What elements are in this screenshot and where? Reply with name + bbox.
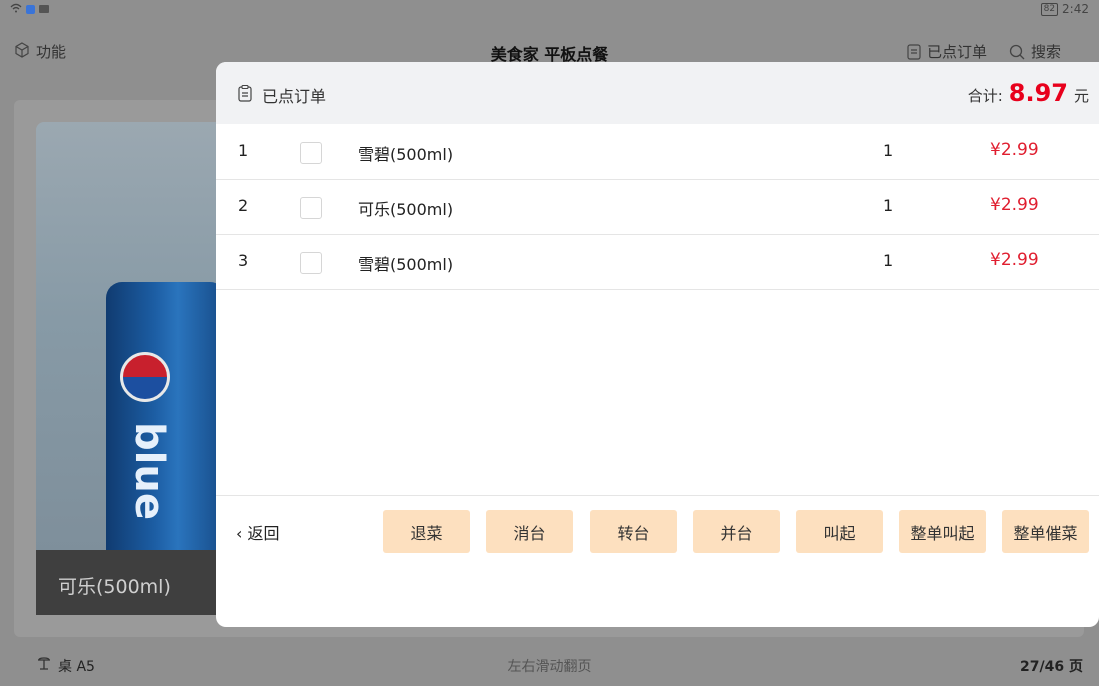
row-index: 1 [238, 141, 249, 160]
merge-table-button[interactable]: 并台 [693, 510, 780, 553]
top-actions: 已点订单 搜索 [907, 41, 1061, 62]
item-price: ¥2.99 [990, 140, 1039, 160]
row-checkbox[interactable] [300, 197, 322, 219]
total-amount: 8.97 [1008, 79, 1068, 107]
item-qty: 1 [883, 251, 894, 270]
item-price: ¥2.99 [990, 195, 1039, 215]
swipe-hint: 左右滑动翻页 [507, 659, 592, 675]
order-row[interactable]: 1 雪碧(500ml) 1 ¥2.99 [216, 124, 1099, 180]
chevron-left-icon: ‹ [236, 524, 243, 543]
item-qty: 1 [883, 196, 894, 215]
orders-button[interactable]: 已点订单 [907, 41, 987, 62]
notification-icon [39, 5, 49, 13]
order-row[interactable]: 2 可乐(500ml) 1 ¥2.99 [216, 179, 1099, 235]
can-illustration: blue [106, 282, 226, 572]
search-label: 搜索 [1030, 43, 1061, 61]
bottom-bar: 桌 A5 左右滑动翻页 27/46 页 [0, 650, 1099, 680]
total-unit: 元 [1073, 87, 1089, 105]
order-row[interactable]: 3 雪碧(500ml) 1 ¥2.99 [216, 234, 1099, 290]
orders-dialog: 已点订单 合计: 8.97 元 1 雪碧(500ml) 1 ¥2.99 2 可乐… [216, 62, 1099, 627]
hold-all-button[interactable]: 整单叫起 [899, 510, 986, 553]
product-image[interactable]: blue [36, 122, 226, 615]
item-name: 雪碧(500ml) [358, 145, 454, 164]
back-label: 返回 [247, 524, 280, 543]
orders-label: 已点订单 [926, 43, 987, 61]
item-name: 雪碧(500ml) [358, 255, 454, 274]
dialog-header: 已点订单 合计: 8.97 元 [216, 62, 1099, 124]
row-index: 2 [238, 196, 249, 215]
hold-button[interactable]: 叫起 [796, 510, 883, 553]
battery-indicator: 82 [1040, 2, 1059, 16]
total-label: 合计: [967, 87, 1003, 105]
page-indicator: 27/46 页 [1020, 659, 1083, 675]
rush-all-button[interactable]: 整单催菜 [1002, 510, 1089, 553]
list-icon [907, 43, 921, 60]
status-right: 82 2:42 [1040, 2, 1089, 16]
item-name: 可乐(500ml) [358, 200, 454, 219]
row-checkbox[interactable] [300, 142, 322, 164]
row-checkbox[interactable] [300, 252, 322, 274]
dialog-title: 已点订单 [238, 83, 326, 107]
dialog-title-text: 已点订单 [262, 87, 327, 106]
can-text: blue [126, 422, 172, 520]
return-dish-button[interactable]: 退菜 [383, 510, 470, 553]
order-total: 合计: 8.97 元 [968, 79, 1089, 107]
product-name: 可乐(500ml) [58, 576, 171, 598]
back-button[interactable]: ‹ 返回 [236, 520, 280, 544]
status-icons [10, 2, 49, 16]
item-price: ¥2.99 [990, 250, 1039, 270]
clipboard-icon [238, 84, 252, 106]
clock: 2:42 [1062, 2, 1089, 16]
transfer-table-button[interactable]: 转台 [590, 510, 677, 553]
app-notification-icon [26, 4, 35, 14]
dialog-actions: ‹ 返回 退菜 消台 转台 并台 叫起 整单叫起 整单催菜 [216, 495, 1099, 627]
wifi-icon [10, 2, 22, 16]
pepsi-logo-icon [120, 352, 170, 402]
search-button[interactable]: 搜索 [1009, 41, 1061, 62]
item-qty: 1 [883, 141, 894, 160]
row-index: 3 [238, 251, 249, 270]
clear-table-button[interactable]: 消台 [486, 510, 573, 553]
search-icon [1009, 44, 1025, 60]
status-bar: 82 2:42 [0, 0, 1099, 20]
